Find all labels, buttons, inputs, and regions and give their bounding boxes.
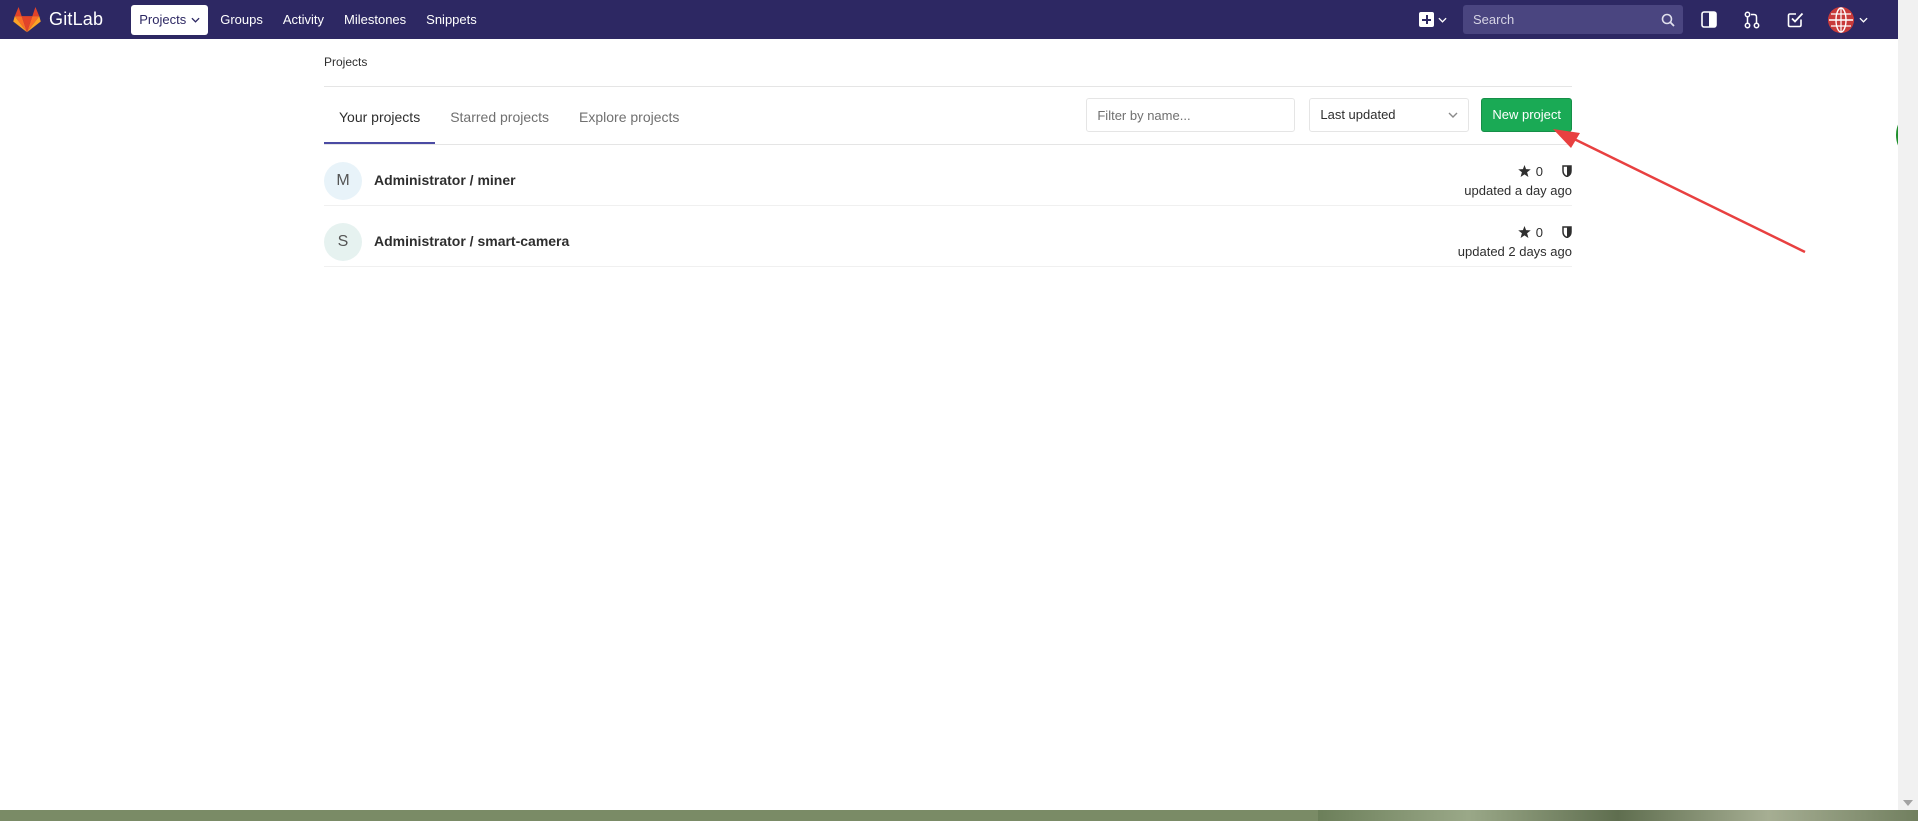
nav-milestones[interactable]: Milestones (334, 5, 416, 35)
projects-top-area: Your projects Starred projects Explore p… (324, 87, 1572, 145)
shield-icon (1562, 226, 1572, 238)
nav-milestones-label: Milestones (344, 11, 407, 27)
shield-icon (1562, 165, 1572, 177)
nav-snippets-label: Snippets (426, 11, 477, 27)
nav-snippets[interactable]: Snippets (416, 5, 487, 35)
merge-request-icon (1744, 11, 1760, 28)
project-name-link[interactable]: Administrator / miner (374, 172, 516, 188)
main-content: Projects Your projects Starred projects … (324, 39, 1572, 267)
nav-right (1419, 0, 1898, 39)
project-meta: 0 updated 2 days ago (1457, 223, 1572, 260)
tab-your-projects[interactable]: Your projects (324, 87, 436, 144)
avatar-globe-icon (1828, 6, 1854, 33)
breadcrumb-projects[interactable]: Projects (324, 55, 367, 69)
project-row[interactable]: M Administrator / miner 0 updated a day … (324, 145, 1572, 206)
search-icon (1661, 13, 1675, 27)
updated-time: updated 2 days ago (1457, 244, 1572, 259)
tab-explore-projects[interactable]: Explore projects (564, 87, 694, 144)
brand[interactable]: GitLab (13, 0, 103, 39)
star-icon (1518, 165, 1531, 177)
project-avatar[interactable]: S (324, 223, 362, 261)
chevron-down-icon (1859, 17, 1868, 23)
search-box[interactable] (1463, 5, 1683, 34)
nav-groups-label: Groups (220, 11, 263, 27)
chevron-down-icon (1448, 112, 1458, 118)
plus-icon (1419, 12, 1434, 27)
project-meta: 0 updated a day ago (1464, 162, 1572, 199)
star-icon (1518, 226, 1531, 238)
top-navbar: GitLab Projects Groups Activity Mileston… (0, 0, 1898, 39)
tab-starred-projects[interactable]: Starred projects (435, 87, 564, 144)
sidebar-icon (1701, 11, 1717, 28)
merge-requests-button[interactable] (1742, 10, 1762, 30)
project-avatar[interactable]: M (324, 162, 362, 200)
nav-projects[interactable]: Projects (131, 4, 209, 35)
nav-projects-label: Projects (139, 11, 187, 27)
todo-check-icon (1787, 12, 1803, 28)
chevron-down-icon (191, 17, 200, 23)
filter-by-name-input[interactable] (1086, 98, 1296, 132)
project-controls: Last updated New project (1086, 98, 1572, 132)
new-project-button[interactable]: New project (1481, 98, 1572, 132)
breadcrumb[interactable]: Projects (324, 39, 1572, 87)
project-name-link[interactable]: Administrator / smart-camera (374, 233, 569, 249)
chevron-down-icon (1438, 17, 1447, 23)
nav-activity-label: Activity (282, 11, 325, 27)
search-input[interactable] (1471, 11, 1661, 28)
gitlab-logo-icon (13, 6, 41, 32)
star-count: 0 (1535, 163, 1543, 179)
sidebar-toggle-button[interactable] (1699, 10, 1719, 30)
scroll-down-arrow-icon[interactable] (1903, 800, 1913, 806)
star-count: 0 (1535, 224, 1543, 240)
nav-activity[interactable]: Activity (273, 5, 334, 35)
new-dropdown-button[interactable] (1419, 12, 1447, 27)
updated-time: updated a day ago (1464, 183, 1572, 198)
sort-selected-label: Last updated (1320, 107, 1396, 122)
nav-groups[interactable]: Groups (210, 5, 273, 35)
project-row[interactable]: S Administrator / smart-camera 0 updated… (324, 206, 1572, 267)
bottom-strip (0, 810, 1918, 821)
vertical-scrollbar[interactable] (1898, 0, 1918, 810)
todos-button[interactable] (1785, 10, 1805, 30)
main-nav: Projects Groups Activity Milestones Snip… (131, 0, 487, 39)
brand-name: GitLab (49, 9, 104, 29)
sort-dropdown[interactable]: Last updated (1309, 98, 1470, 132)
user-menu-button[interactable] (1828, 6, 1868, 33)
